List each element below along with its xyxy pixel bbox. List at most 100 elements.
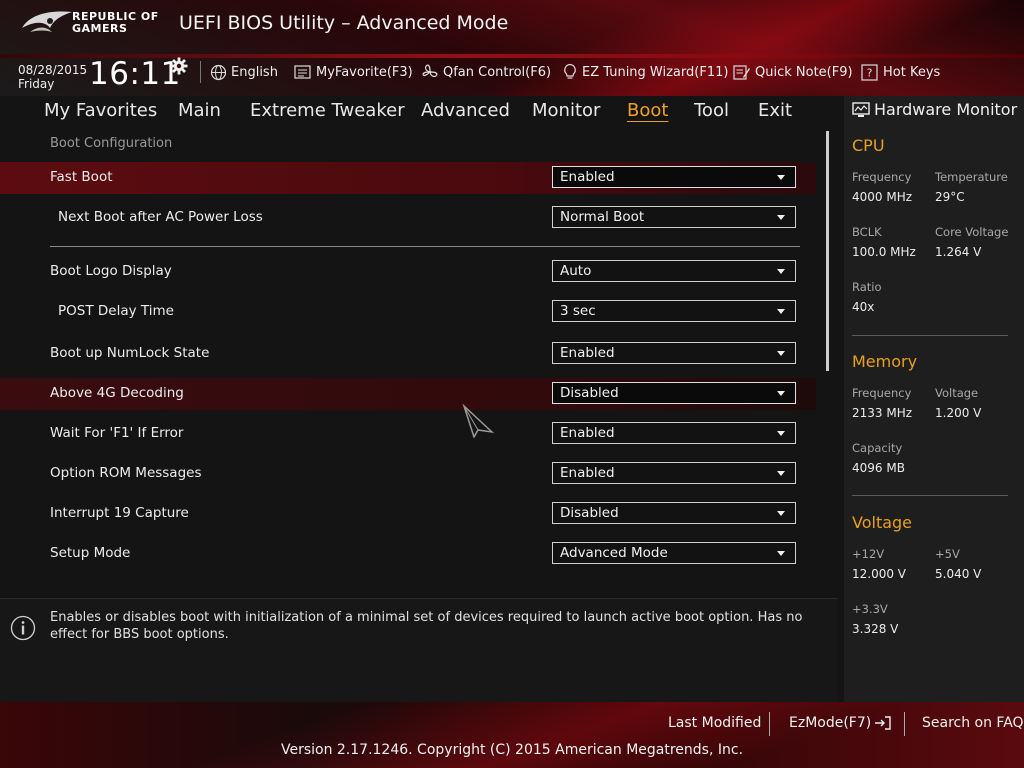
select-value: Disabled <box>560 385 619 401</box>
tab-my-favorites[interactable]: My Favorites <box>44 100 157 121</box>
setting-row-boot-logo-display[interactable]: Boot Logo Display Auto <box>0 256 816 288</box>
gear-icon[interactable] <box>170 57 188 75</box>
ratio-label: Ratio <box>852 280 882 294</box>
v33-value: 3.328 V <box>852 622 899 636</box>
v5-label: +5V <box>935 547 960 561</box>
copyright-text: Version 2.17.1246. Copyright (C) 2015 Am… <box>280 742 744 758</box>
hot-keys-button[interactable]: ? Hot Keys <box>861 62 940 82</box>
chevron-down-icon <box>777 351 785 356</box>
ez-mode-label: EzMode(F7) <box>789 715 872 731</box>
brand-name: REPUBLIC OF GAMERS <box>72 11 159 35</box>
last-modified-button[interactable]: Last Modified <box>668 715 761 731</box>
interrupt-19-capture-select[interactable]: Disabled <box>552 502 796 524</box>
setup-mode-select[interactable]: Advanced Mode <box>552 542 796 564</box>
tab-boot[interactable]: Boot <box>627 100 668 121</box>
select-value: Disabled <box>560 505 619 521</box>
header-bar: REPUBLIC OF GAMERS UEFI BIOS Utility – A… <box>0 0 1024 96</box>
v12-value: 12.000 V <box>852 567 907 581</box>
quick-note-button[interactable]: Quick Note(F9) <box>733 62 853 82</box>
note-pencil-icon <box>733 64 750 80</box>
hw-separator <box>852 335 1008 336</box>
hot-keys-label: Hot Keys <box>883 64 941 80</box>
tab-main[interactable]: Main <box>178 100 221 121</box>
language-button[interactable]: English <box>210 62 278 82</box>
next-boot-after-ac-power-loss-select[interactable]: Normal Boot <box>552 206 796 228</box>
search-on-faq-label: Search on FAQ <box>922 715 1024 731</box>
favorite-list-icon <box>294 65 311 79</box>
hw-separator <box>852 495 1008 496</box>
ez-mode-button[interactable]: EzMode(F7) <box>789 715 892 731</box>
ratio-value: 40x <box>852 300 875 314</box>
v33-label: +3.3V <box>852 602 888 616</box>
option-rom-messages-select[interactable]: Enabled <box>552 462 796 484</box>
setting-row-above-4g-decoding[interactable]: Above 4G Decoding Disabled <box>0 378 816 410</box>
section-title: Boot Configuration <box>50 136 173 151</box>
boot-logo-display-select[interactable]: Auto <box>552 260 796 282</box>
select-value: Enabled <box>560 345 615 361</box>
tab-exit[interactable]: Exit <box>758 100 792 121</box>
setting-row-interrupt-19-capture[interactable]: Interrupt 19 Capture Disabled <box>0 498 816 530</box>
tab-tool[interactable]: Tool <box>694 100 729 121</box>
memory-voltage-label: Voltage <box>935 386 979 400</box>
core-voltage-value: 1.264 V <box>935 245 982 259</box>
select-value: Auto <box>560 263 592 279</box>
setting-row-boot-up-numlock-state[interactable]: Boot up NumLock State Enabled <box>0 338 816 370</box>
setting-label: Next Boot after AC Power Loss <box>58 209 263 225</box>
above-4g-decoding-select[interactable]: Disabled <box>552 382 796 404</box>
memory-capacity-label: Capacity <box>852 441 903 455</box>
bclk-value: 100.0 MHz <box>852 245 916 259</box>
setting-label: Above 4G Decoding <box>50 385 184 401</box>
setting-row-next-boot-after-ac-power-loss[interactable]: Next Boot after AC Power Loss Normal Boo… <box>0 202 816 234</box>
memory-frequency-label: Frequency <box>852 386 912 400</box>
cpu-temperature-value: 29°C <box>935 190 965 204</box>
chevron-down-icon <box>777 391 785 396</box>
tab-extreme-tweaker[interactable]: Extreme Tweaker <box>250 100 405 121</box>
select-value: Normal Boot <box>560 209 645 225</box>
my-favorite-button[interactable]: MyFavorite(F3) <box>294 62 413 82</box>
cpu-temperature-label: Temperature <box>935 170 1008 184</box>
bclk-label: BCLK <box>852 225 882 239</box>
boot-settings-panel: Boot Configuration Fast Boot Enabled Nex… <box>0 130 830 590</box>
setting-label: Option ROM Messages <box>50 465 202 481</box>
setting-label: Setup Mode <box>50 545 131 561</box>
chevron-down-icon <box>777 309 785 314</box>
boot-up-numlock-state-select[interactable]: Enabled <box>552 342 796 364</box>
v5-value: 5.040 V <box>935 567 982 581</box>
tab-advanced[interactable]: Advanced <box>421 100 510 121</box>
tab-monitor[interactable]: Monitor <box>532 100 600 121</box>
current-date: 08/28/2015 <box>18 63 88 77</box>
toolbar-separator <box>200 61 201 83</box>
ez-tuning-wizard-button[interactable]: EZ Tuning Wizard(F11) <box>562 62 728 82</box>
setting-label: Boot up NumLock State <box>50 345 210 361</box>
last-modified-label: Last Modified <box>668 715 762 731</box>
qfan-control-button[interactable]: Qfan Control(F6) <box>421 62 551 82</box>
setting-label: Wait For 'F1' If Error <box>50 425 184 441</box>
svg-text:?: ? <box>867 66 873 79</box>
wait-for-f1-if-error-select[interactable]: Enabled <box>552 422 796 444</box>
search-on-faq-button[interactable]: Search on FAQ <box>922 715 1024 731</box>
info-icon <box>10 615 36 641</box>
setting-row-post-delay-time[interactable]: POST Delay Time 3 sec <box>0 296 816 328</box>
globe-icon <box>210 64 227 80</box>
hardware-monitor-header: Hardware Monitor <box>852 100 1017 119</box>
setting-row-wait-for-f1-if-error[interactable]: Wait For 'F1' If Error Enabled <box>0 418 816 450</box>
setting-row-setup-mode[interactable]: Setup Mode Advanced Mode <box>0 538 816 570</box>
lightbulb-icon <box>564 63 576 79</box>
setting-row-fast-boot[interactable]: Fast Boot Enabled <box>0 162 816 194</box>
voltage-heading: Voltage <box>852 513 913 532</box>
setting-label: POST Delay Time <box>58 303 174 319</box>
cpu-heading: CPU <box>852 136 885 155</box>
settings-scrollbar[interactable] <box>826 131 829 371</box>
language-label: English <box>231 64 278 80</box>
footer-separator <box>904 712 905 736</box>
qfan-control-label: Qfan Control(F6) <box>443 64 552 80</box>
fan-icon <box>422 64 438 78</box>
exit-arrow-icon <box>875 716 891 730</box>
setting-row-option-rom-messages[interactable]: Option ROM Messages Enabled <box>0 458 816 490</box>
fast-boot-select[interactable]: Enabled <box>552 166 796 188</box>
my-favorite-label: MyFavorite(F3) <box>316 64 413 80</box>
cpu-frequency-value: 4000 MHz <box>852 190 913 204</box>
chevron-down-icon <box>777 471 785 476</box>
post-delay-time-select[interactable]: 3 sec <box>552 300 796 322</box>
current-day: Friday <box>18 77 55 91</box>
